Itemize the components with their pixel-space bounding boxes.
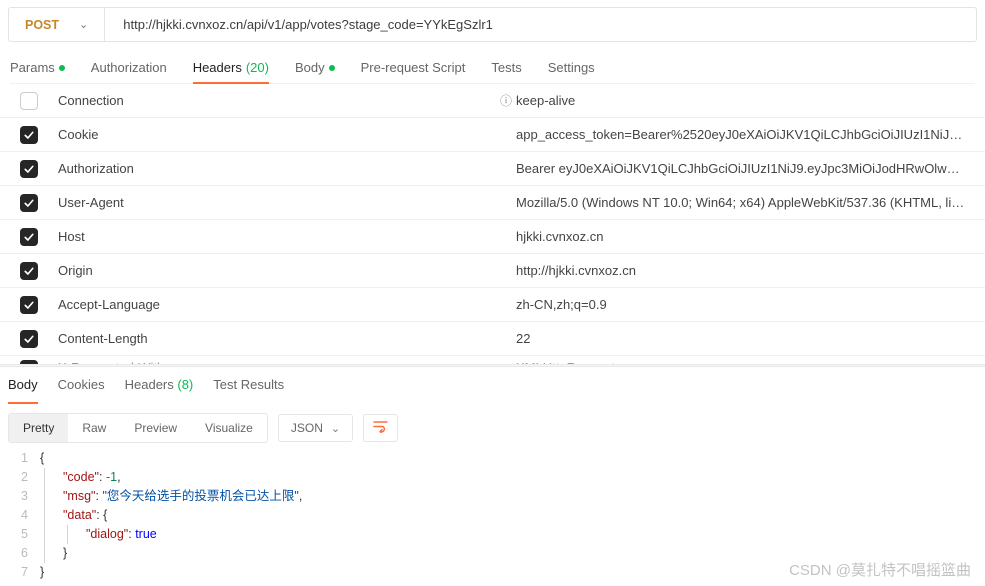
header-row: User-Agent Mozilla/5.0 (Windows NT 10.0; … xyxy=(0,186,985,220)
header-value[interactable]: XMLHttpRequest xyxy=(516,360,975,364)
info-icon[interactable]: ⓘ xyxy=(496,92,516,109)
header-row: Cookie app_access_token=Bearer%2520eyJ0eX… xyxy=(0,118,985,152)
http-method-selector[interactable]: POST ⌄ xyxy=(9,8,105,41)
url-bar: POST ⌄ http://hjkki.cvnxoz.cn/api/v1/app… xyxy=(8,7,977,42)
view-visualize[interactable]: Visualize xyxy=(191,414,267,442)
header-key[interactable]: User-Agent xyxy=(56,195,496,210)
header-value[interactable]: app_access_token=Bearer%2520eyJ0eXAiOiJK… xyxy=(516,127,975,142)
checkbox[interactable] xyxy=(20,160,38,178)
request-tabs: Params Authorization Headers (20) Body P… xyxy=(10,58,975,84)
checkbox[interactable] xyxy=(20,262,38,280)
header-value[interactable]: Mozilla/5.0 (Windows NT 10.0; Win64; x64… xyxy=(516,195,975,210)
header-value[interactable]: hjkki.cvnxoz.cn xyxy=(516,229,975,244)
view-button-group: Pretty Raw Preview Visualize xyxy=(8,413,268,443)
checkbox[interactable] xyxy=(20,296,38,314)
header-key[interactable]: X-Requested-With xyxy=(56,360,496,364)
chevron-down-icon: ⌄ xyxy=(79,18,88,31)
checkbox[interactable] xyxy=(20,92,38,110)
tab-authorization[interactable]: Authorization xyxy=(91,58,167,83)
format-dropdown[interactable]: JSON ⌄ xyxy=(278,414,353,442)
tab-prerequest[interactable]: Pre-request Script xyxy=(361,58,466,83)
chevron-down-icon: ⌄ xyxy=(331,422,340,435)
header-key[interactable]: Cookie xyxy=(56,127,496,142)
tab-settings[interactable]: Settings xyxy=(548,58,595,83)
headers-table: Connectionⓘkeep-alive Cookie app_access_to… xyxy=(0,84,985,364)
header-key[interactable]: Host xyxy=(56,229,496,244)
response-tabs: Body Cookies Headers (8) Test Results xyxy=(8,377,975,403)
tab-params[interactable]: Params xyxy=(10,58,65,83)
checkbox[interactable] xyxy=(20,126,38,144)
url-input[interactable]: http://hjkki.cvnxoz.cn/api/v1/app/votes?… xyxy=(105,17,976,32)
view-preview[interactable]: Preview xyxy=(120,414,191,442)
checkbox[interactable] xyxy=(20,330,38,348)
header-value[interactable]: Bearer eyJ0eXAiOiJKV1QiLCJhbGciOiJIUzI1N… xyxy=(516,161,975,176)
header-value[interactable]: keep-alive xyxy=(516,93,975,108)
resp-tab-headers[interactable]: Headers (8) xyxy=(125,377,194,403)
header-value[interactable]: http://hjkki.cvnxoz.cn xyxy=(516,263,975,278)
header-row: Content-Length 22 xyxy=(0,322,985,356)
header-row: X-Requested-With XMLHttpRequest xyxy=(0,356,985,364)
checkbox[interactable] xyxy=(20,228,38,246)
header-value[interactable]: zh-CN,zh;q=0.9 xyxy=(516,297,975,312)
header-row: Connectionⓘkeep-alive xyxy=(0,84,985,118)
header-key[interactable]: Connection xyxy=(56,93,496,108)
tab-headers[interactable]: Headers (20) xyxy=(193,58,269,83)
header-row: Authorization Bearer eyJ0eXAiOiJKV1QiLCJh… xyxy=(0,152,985,186)
header-row: Host hjkki.cvnxoz.cn xyxy=(0,220,985,254)
tab-tests[interactable]: Tests xyxy=(491,58,521,83)
tab-body[interactable]: Body xyxy=(295,58,335,83)
http-method-label: POST xyxy=(25,18,59,32)
status-dot-icon xyxy=(329,65,335,71)
view-raw[interactable]: Raw xyxy=(68,414,120,442)
header-row: Accept-Language zh-CN,zh;q=0.9 xyxy=(0,288,985,322)
header-value[interactable]: 22 xyxy=(516,331,975,346)
resp-tab-test-results[interactable]: Test Results xyxy=(213,377,284,403)
checkbox[interactable] xyxy=(20,194,38,212)
resp-tab-body[interactable]: Body xyxy=(8,377,38,403)
response-body[interactable]: 1{ 2"code": -1, 3"msg": "您今天给选手的投票机会已达上限… xyxy=(8,449,977,582)
header-row: Origin http://hjkki.cvnxoz.cn xyxy=(0,254,985,288)
status-dot-icon xyxy=(59,65,65,71)
header-key[interactable]: Accept-Language xyxy=(56,297,496,312)
header-key[interactable]: Authorization xyxy=(56,161,496,176)
checkbox[interactable] xyxy=(20,360,38,364)
view-pretty[interactable]: Pretty xyxy=(9,414,68,442)
view-bar: Pretty Raw Preview Visualize JSON ⌄ xyxy=(8,413,975,443)
header-key[interactable]: Origin xyxy=(56,263,496,278)
wrap-lines-button[interactable] xyxy=(363,414,398,442)
pane-divider[interactable] xyxy=(0,364,985,367)
resp-tab-cookies[interactable]: Cookies xyxy=(58,377,105,403)
header-key[interactable]: Content-Length xyxy=(56,331,496,346)
